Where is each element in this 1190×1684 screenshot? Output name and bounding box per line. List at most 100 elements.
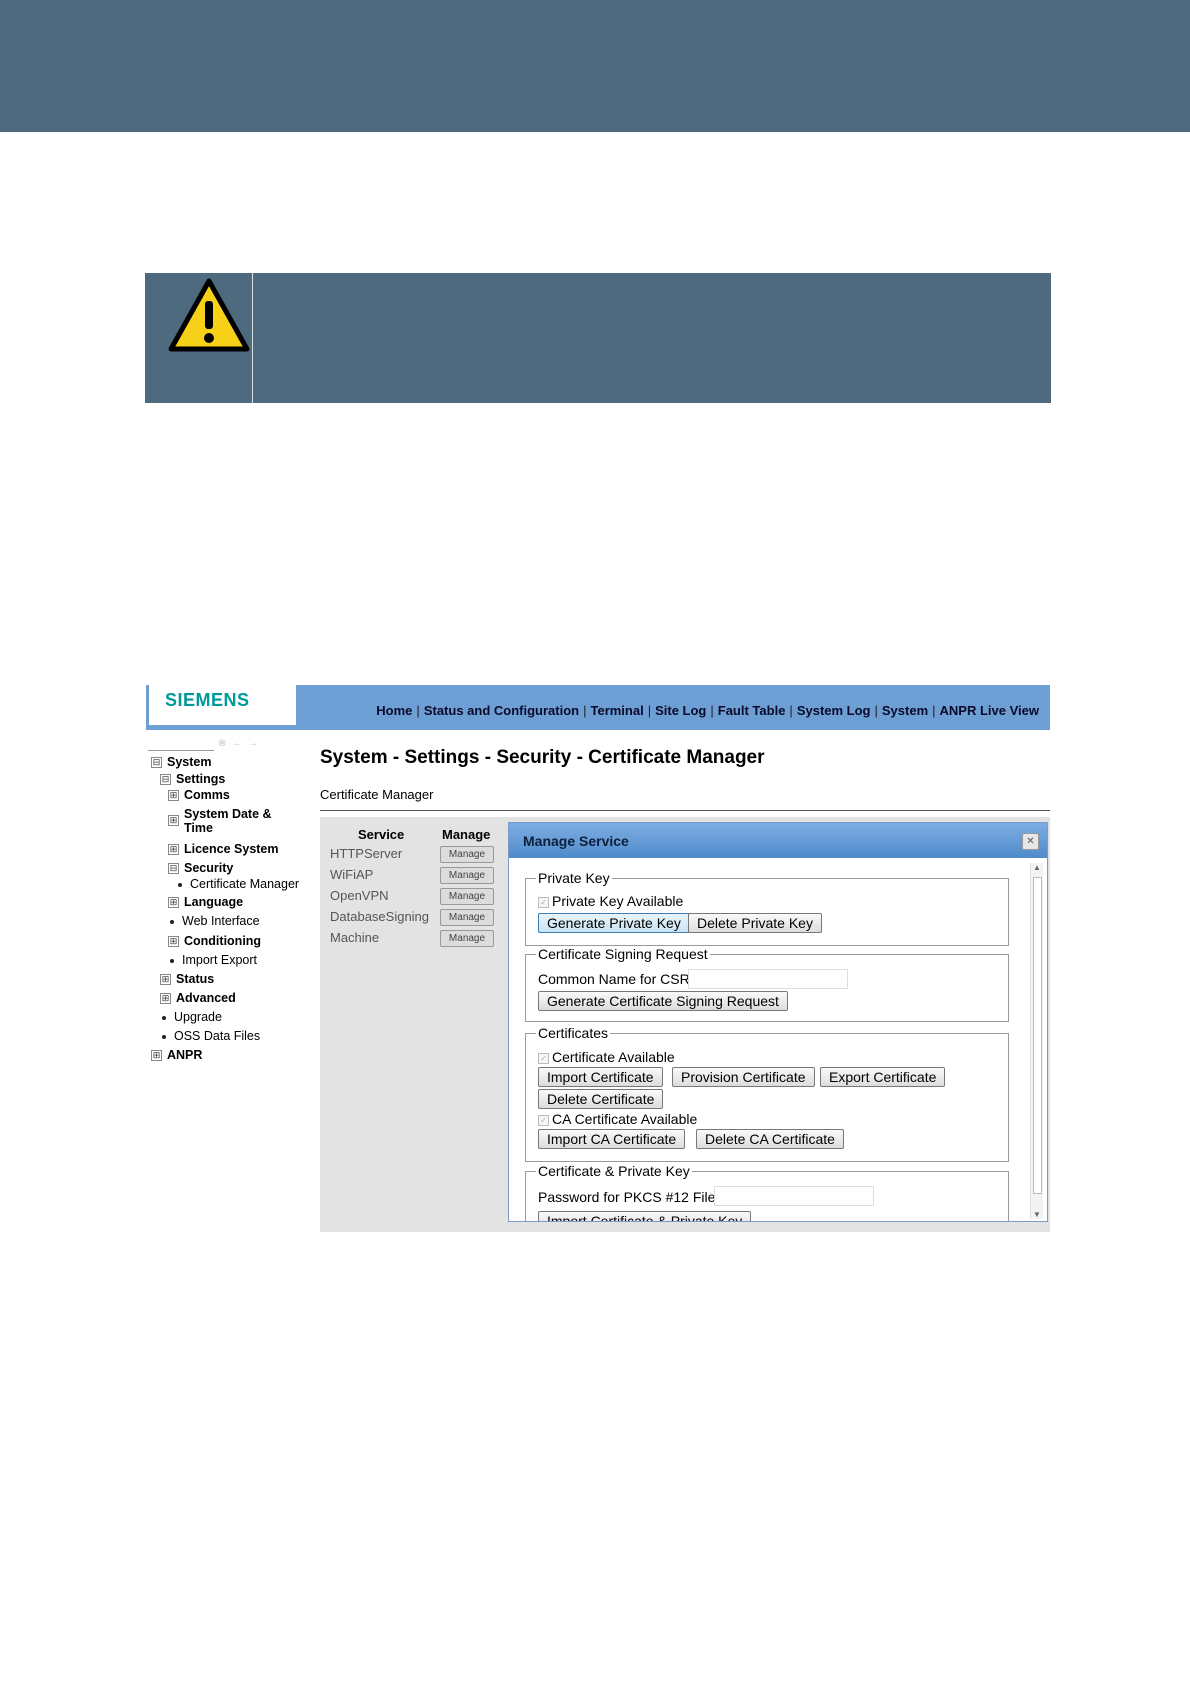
generate-csr-button[interactable]: Generate Certificate Signing Request xyxy=(538,991,788,1011)
fieldset-legend: Certificate & Private Key xyxy=(536,1163,692,1179)
tree-search-input[interactable] xyxy=(148,738,214,751)
bullet-icon xyxy=(162,1015,166,1020)
manage-button[interactable]: Manage xyxy=(440,846,494,863)
nav-fault-table[interactable]: Fault Table xyxy=(718,703,786,718)
service-name: HTTPServer xyxy=(330,846,403,861)
csr-common-name-input[interactable] xyxy=(688,969,848,989)
expand-icon[interactable]: ⊞ xyxy=(168,936,179,948)
app-header: SIEMENS Home | Status and Configuration | Te… xyxy=(146,685,1050,730)
dialog-titlebar: Manage Service ✕ xyxy=(509,823,1047,858)
siemens-logo: SIEMENS xyxy=(165,690,250,710)
tree-item-system-date-time[interactable]: ⊞ System Date & Time xyxy=(168,807,272,835)
collapse-icon[interactable]: ⊟ xyxy=(151,757,162,769)
checkbox-checked-icon: ✓ xyxy=(538,897,549,908)
manage-button[interactable]: Manage xyxy=(440,930,494,947)
expand-icon[interactable]: ⊞ xyxy=(160,974,171,986)
bullet-icon xyxy=(170,919,174,924)
tree-item-settings[interactable]: ⊟ Settings xyxy=(160,772,225,786)
provision-certificate-button[interactable]: Provision Certificate xyxy=(672,1067,815,1087)
service-name: DatabaseSigning xyxy=(330,909,430,924)
tree-item-web-interface[interactable]: Web Interface xyxy=(170,914,260,928)
nav-home[interactable]: Home xyxy=(376,703,412,718)
delete-ca-certificate-button[interactable]: Delete CA Certificate xyxy=(696,1129,844,1149)
tree-item-conditioning[interactable]: ⊞ Conditioning xyxy=(168,934,261,948)
tree-item-anpr[interactable]: ⊞ ANPR xyxy=(151,1048,202,1062)
bullet-icon xyxy=(170,958,174,963)
checkbox-checked-icon: ✓ xyxy=(538,1115,549,1126)
warning-notice xyxy=(145,273,1051,403)
expand-icon[interactable]: ⊞ xyxy=(151,1050,162,1062)
tree-item-import-export[interactable]: Import Export xyxy=(170,953,257,967)
collapse-icon[interactable]: ⊟ xyxy=(168,863,179,875)
csr-common-name-label: Common Name for CSR xyxy=(538,971,690,987)
page-header-band xyxy=(0,0,1190,132)
checkbox-checked-icon: ✓ xyxy=(538,1053,549,1064)
tree-item-system[interactable]: ⊟ System xyxy=(151,755,211,769)
bullet-icon xyxy=(162,1034,166,1039)
fieldset-legend: Certificate Signing Request xyxy=(536,946,710,962)
fieldset-private-key: Private Key ✓ Private Key Available Gener… xyxy=(525,870,1009,946)
manage-button[interactable]: Manage xyxy=(440,888,494,905)
tree-item-security[interactable]: ⊟ Security xyxy=(168,861,233,875)
dialog-title: Manage Service xyxy=(523,833,629,849)
tree-controls[interactable]: ⊗←→ xyxy=(218,738,264,749)
close-icon[interactable]: ✕ xyxy=(1022,833,1039,850)
expand-icon[interactable]: ⊞ xyxy=(160,993,171,1005)
page-title: System - Settings - Security - Certifica… xyxy=(320,747,765,768)
bullet-icon xyxy=(178,882,182,887)
export-certificate-button[interactable]: Export Certificate xyxy=(820,1067,946,1087)
top-navigation: Home | Status and Configuration | Terminal | S… xyxy=(376,703,1039,718)
manage-service-dialog: Manage Service ✕ Private Key ✓ Private Ke… xyxy=(508,822,1048,1222)
manage-button[interactable]: Manage xyxy=(440,909,494,926)
tree-item-upgrade[interactable]: Upgrade xyxy=(162,1010,222,1024)
scrollbar-thumb[interactable] xyxy=(1033,877,1042,1194)
column-header-service: Service xyxy=(358,827,405,842)
fieldset-certificates: Certificates ✓ Certificate Available Impo… xyxy=(525,1025,1009,1162)
section-subtitle: Certificate Manager xyxy=(320,787,434,802)
pkcs12-password-input[interactable] xyxy=(714,1186,874,1206)
manage-button[interactable]: Manage xyxy=(440,867,494,884)
tree-item-oss-data-files[interactable]: OSS Data Files xyxy=(162,1029,260,1043)
tree-item-language[interactable]: ⊞ Language xyxy=(168,895,243,909)
nav-system-log[interactable]: System Log xyxy=(797,703,871,718)
divider xyxy=(320,810,1050,811)
nav-anpr-live-view[interactable]: ANPR Live View xyxy=(940,703,1039,718)
fieldset-legend: Private Key xyxy=(536,870,612,886)
tree-item-advanced[interactable]: ⊞ Advanced xyxy=(160,991,236,1005)
import-certificate-button[interactable]: Import Certificate xyxy=(538,1067,663,1087)
tree-item-certificate-manager[interactable]: Certificate Manager xyxy=(178,877,299,891)
ca-certificate-available-checkbox[interactable]: ✓ CA Certificate Available xyxy=(538,1111,697,1127)
service-name: OpenVPN xyxy=(330,888,389,903)
column-header-manage: Manage xyxy=(442,827,491,842)
expand-icon[interactable]: ⊞ xyxy=(168,790,179,802)
web-ui-screenshot: SIEMENS Home | Status and Configuration | Te… xyxy=(146,685,1050,1232)
service-name: WiFiAP xyxy=(330,867,374,882)
certificate-available-checkbox[interactable]: ✓ Certificate Available xyxy=(538,1049,675,1065)
scroll-up-icon[interactable]: ▲ xyxy=(1033,863,1041,872)
import-ca-certificate-button[interactable]: Import CA Certificate xyxy=(538,1129,686,1149)
import-certificate-private-key-button[interactable]: Import Certificate & Private Key xyxy=(538,1211,752,1221)
collapse-icon[interactable]: ⊟ xyxy=(160,774,171,786)
delete-certificate-button[interactable]: Delete Certificate xyxy=(538,1089,664,1109)
warning-icon-cell xyxy=(145,273,253,403)
warning-text-area xyxy=(255,273,1045,403)
nav-site-log[interactable]: Site Log xyxy=(655,703,706,718)
nav-terminal[interactable]: Terminal xyxy=(590,703,643,718)
service-name: Machine xyxy=(330,930,380,945)
delete-private-key-button[interactable]: Delete Private Key xyxy=(688,913,822,933)
private-key-available-checkbox[interactable]: ✓ Private Key Available xyxy=(538,893,683,909)
expand-icon[interactable]: ⊞ xyxy=(168,897,179,909)
fieldset-csr: Certificate Signing Request Common Name … xyxy=(525,946,1009,1022)
tree-item-status[interactable]: ⊞ Status xyxy=(160,972,214,986)
expand-icon[interactable]: ⊞ xyxy=(168,844,179,856)
nav-system[interactable]: System xyxy=(882,703,928,718)
scroll-down-icon[interactable]: ▼ xyxy=(1033,1210,1041,1219)
sidebar-tree: ⊗←→ ⊟ System ⊟ Settings ⊞ Comms ⊞ System Dat… xyxy=(146,738,306,1232)
dialog-scrollbar[interactable]: ▲ ▼ xyxy=(1030,863,1043,1219)
expand-icon[interactable]: ⊞ xyxy=(168,815,179,826)
tree-item-comms[interactable]: ⊞ Comms xyxy=(168,788,230,802)
tree-item-licence-system[interactable]: ⊞ Licence System xyxy=(168,842,279,856)
fieldset-certificate-private-key: Certificate & Private Key Password for P… xyxy=(525,1163,1009,1221)
nav-status-configuration[interactable]: Status and Configuration xyxy=(424,703,579,718)
generate-private-key-button[interactable]: Generate Private Key xyxy=(538,913,690,933)
